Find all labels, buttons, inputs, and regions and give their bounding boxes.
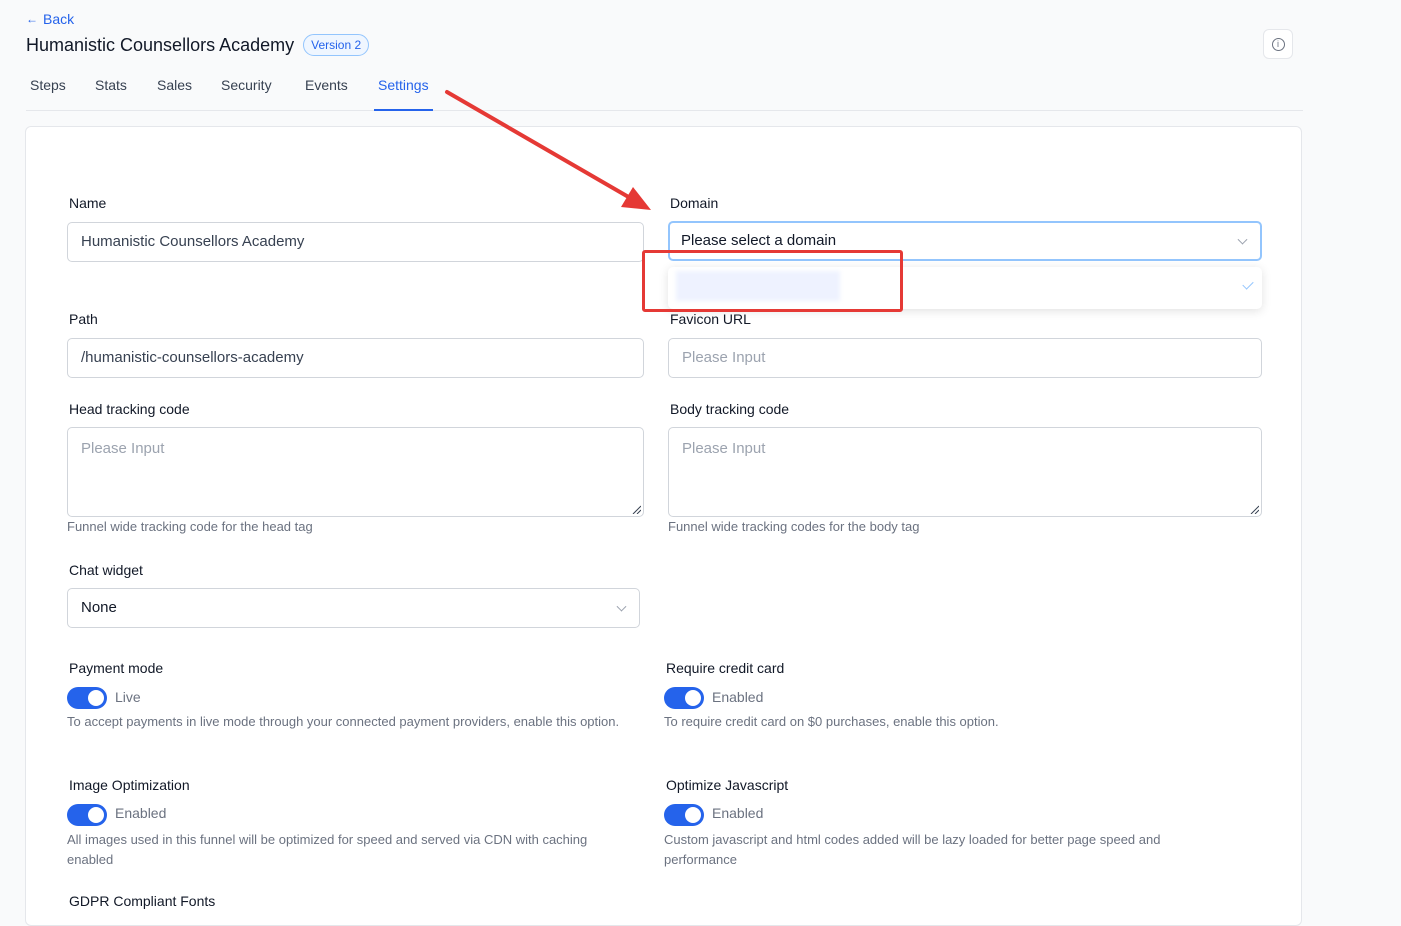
chat-widget-label: Chat widget: [69, 562, 143, 578]
path-label: Path: [69, 311, 98, 327]
image-optimization-hint: All images used in this funnel will be o…: [67, 832, 588, 867]
domain-select-value: Please select a domain: [681, 232, 837, 249]
image-optimization-toggle[interactable]: [67, 804, 107, 826]
body-tracking-label: Body tracking code: [670, 401, 790, 417]
resize-handle-icon[interactable]: [1249, 504, 1259, 514]
optimize-js-toggle[interactable]: [664, 804, 704, 826]
head-tracking-label: Head tracking code: [69, 401, 190, 417]
tab-stats[interactable]: Stats: [95, 76, 127, 110]
require-credit-card-hint: To require credit card on $0 purchases, …: [664, 714, 999, 729]
require-credit-card-state: Enabled: [712, 689, 764, 705]
back-label: Back: [43, 11, 75, 27]
body-tracking-hint: Funnel wide tracking codes for the body …: [668, 519, 920, 534]
require-credit-card-toggle[interactable]: [664, 687, 704, 709]
page-header: Humanistic Counsellors Academy Version 2: [26, 34, 370, 56]
name-input[interactable]: Humanistic Counsellors Academy: [67, 222, 644, 262]
tab-settings[interactable]: Settings: [374, 76, 433, 111]
chat-widget-select[interactable]: None: [67, 588, 640, 628]
payment-mode-toggle[interactable]: [67, 687, 107, 709]
image-optimization-label: Image Optimization: [69, 777, 190, 793]
favicon-input[interactable]: Please Input: [668, 338, 1262, 378]
favicon-label: Favicon URL: [670, 311, 751, 327]
image-optimization-state: Enabled: [115, 805, 167, 821]
head-tracking-placeholder: Please Input: [81, 440, 165, 457]
head-tracking-hint: Funnel wide tracking code for the head t…: [67, 519, 313, 534]
chat-widget-value: None: [81, 599, 117, 616]
payment-mode-state: Live: [115, 689, 141, 705]
annotation-highlight-box: [642, 250, 903, 312]
tab-security[interactable]: Security: [221, 76, 272, 110]
require-credit-card-label: Require credit card: [666, 660, 785, 676]
optimize-js-label: Optimize Javascript: [666, 777, 789, 793]
chevron-down-icon: [616, 601, 627, 612]
tab-sales[interactable]: Sales: [157, 76, 192, 110]
body-tracking-placeholder: Please Input: [682, 440, 766, 457]
arrow-left-icon: ←: [26, 12, 38, 26]
info-button[interactable]: i: [1263, 29, 1293, 59]
back-link[interactable]: ← Back: [26, 11, 74, 27]
path-input[interactable]: /humanistic-counsellors-academy: [67, 338, 644, 378]
body-tracking-textarea[interactable]: Please Input: [668, 427, 1262, 517]
tab-steps[interactable]: Steps: [30, 76, 66, 110]
name-label: Name: [69, 195, 107, 211]
optimize-js-hint: Custom javascript and html codes added w…: [664, 832, 1161, 867]
domain-label: Domain: [670, 195, 719, 211]
tab-bar: Steps Stats Sales Security Events Settin…: [26, 76, 1303, 111]
optimize-js-state: Enabled: [712, 805, 764, 821]
check-icon: [1242, 278, 1254, 290]
resize-handle-icon[interactable]: [631, 504, 641, 514]
page-title: Humanistic Counsellors Academy: [26, 34, 295, 55]
chevron-down-icon: [1237, 234, 1248, 245]
tab-events[interactable]: Events: [305, 76, 348, 110]
info-icon: i: [1271, 37, 1285, 51]
payment-mode-label: Payment mode: [69, 660, 164, 676]
head-tracking-textarea[interactable]: Please Input: [67, 427, 644, 517]
payment-mode-hint: To accept payments in live mode through …: [67, 714, 620, 729]
version-badge: Version 2: [303, 34, 370, 56]
gdpr-fonts-label: GDPR Compliant Fonts: [69, 893, 216, 909]
